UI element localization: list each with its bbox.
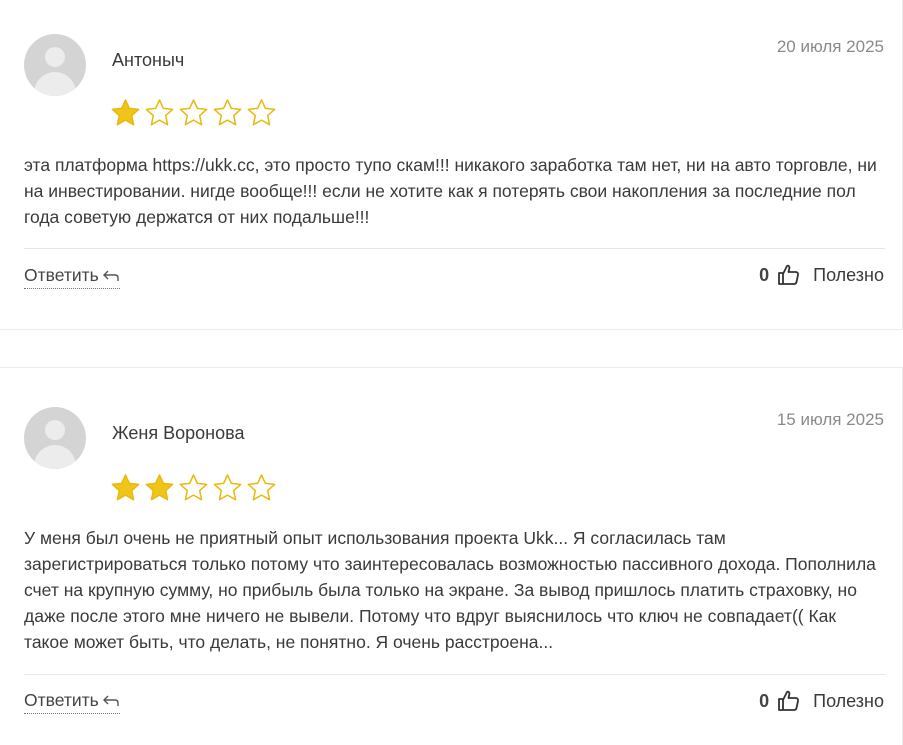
reply-button[interactable]: Ответить bbox=[24, 265, 120, 289]
review-text: У меня был очень не приятный опыт исполь… bbox=[24, 528, 876, 652]
star-filled-icon bbox=[145, 474, 174, 501]
reply-arrow-icon bbox=[102, 270, 119, 281]
avatar bbox=[24, 407, 86, 469]
avatar bbox=[24, 34, 86, 96]
review-date: 20 июля 2025 bbox=[776, 37, 884, 56]
divider bbox=[24, 248, 885, 249]
helpful-section: 0 Полезно bbox=[759, 263, 884, 287]
thumbs-up-icon[interactable] bbox=[777, 263, 801, 287]
thumbs-up-icon[interactable] bbox=[777, 689, 801, 713]
reply-label: Ответить bbox=[24, 265, 99, 285]
star-empty-icon bbox=[213, 99, 242, 126]
helpful-section: 0 Полезно bbox=[759, 689, 884, 713]
reply-arrow-icon bbox=[102, 695, 119, 706]
star-empty-icon bbox=[145, 99, 174, 126]
review-card: Антоныч 20 июля 2025 эта платформа https… bbox=[0, 0, 903, 330]
star-empty-icon bbox=[213, 474, 242, 501]
review-author: Антоныч bbox=[112, 50, 185, 70]
review-text: эта платформа https://ukk.cc, это просто… bbox=[24, 155, 877, 227]
review-date: 15 июля 2025 bbox=[776, 410, 884, 429]
star-empty-icon bbox=[179, 474, 208, 501]
review-card: Женя Воронова 15 июля 2025 У меня был оч… bbox=[0, 367, 903, 745]
divider bbox=[24, 674, 885, 675]
helpful-label: Полезно bbox=[813, 690, 884, 711]
star-empty-icon bbox=[247, 99, 276, 126]
rating-stars bbox=[110, 98, 277, 128]
reply-button[interactable]: Ответить bbox=[24, 690, 120, 714]
helpful-label: Полезно bbox=[813, 264, 884, 285]
star-filled-icon bbox=[111, 474, 140, 501]
star-empty-icon bbox=[247, 474, 276, 501]
review-author: Женя Воронова bbox=[112, 423, 245, 443]
like-count: 0 bbox=[759, 690, 770, 711]
rating-stars bbox=[110, 473, 277, 503]
like-count: 0 bbox=[759, 264, 770, 285]
star-filled-icon bbox=[111, 99, 140, 126]
star-empty-icon bbox=[179, 99, 208, 126]
reply-label: Ответить bbox=[24, 690, 99, 710]
